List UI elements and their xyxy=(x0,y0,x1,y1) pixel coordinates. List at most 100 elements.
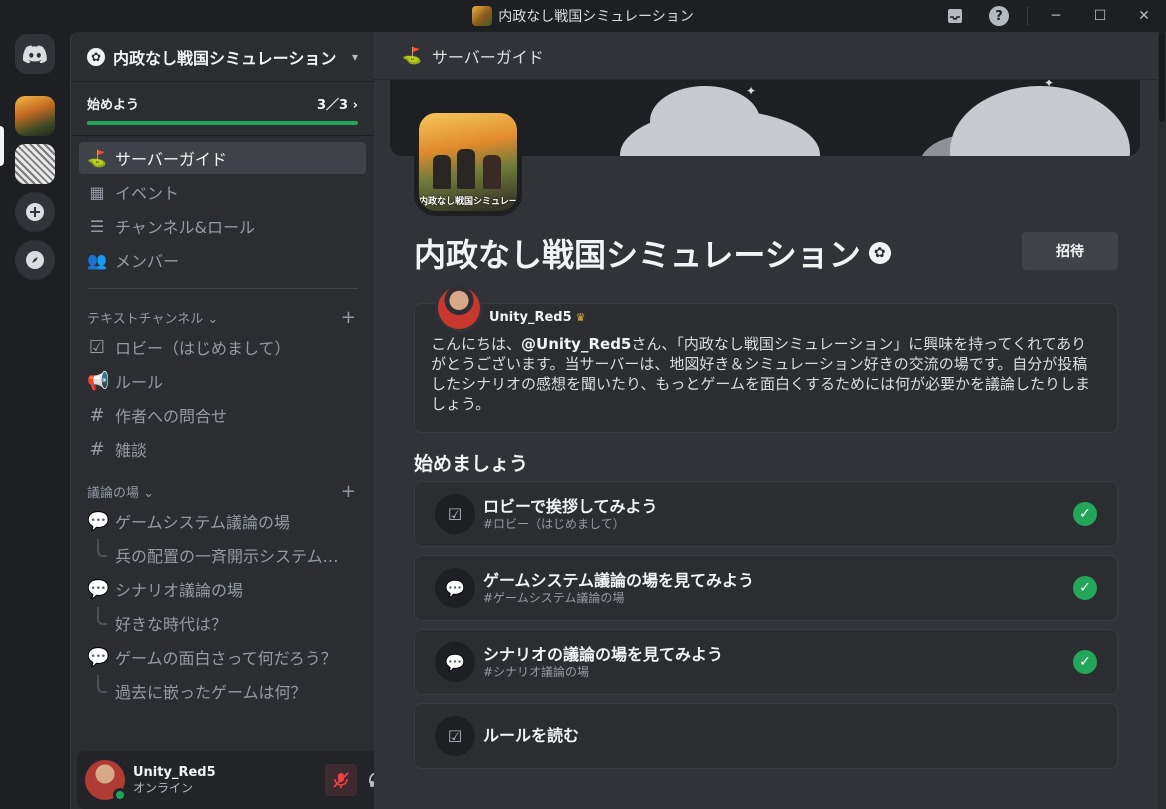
thread-spine xyxy=(97,607,107,625)
thread-item[interactable]: 兵の配置の一斉開示システムっ... xyxy=(97,539,366,571)
server-icon-sengoku[interactable] xyxy=(15,96,55,136)
community-badge-icon: ✿ xyxy=(868,242,891,264)
signpost-icon: ⛳ xyxy=(402,46,422,65)
scrollbar[interactable] xyxy=(1158,32,1166,809)
nav-events[interactable]: ▦ イベント xyxy=(79,176,366,208)
category-text-channels[interactable]: テキストチャンネル ⌄ + xyxy=(71,305,374,329)
main-header: ⛳ サーバーガイド xyxy=(374,32,1166,80)
server-icon-other[interactable] xyxy=(15,144,55,184)
rules-checkbox-icon: ☑ xyxy=(435,494,475,534)
thread-item[interactable]: 好きな時代は？ xyxy=(97,607,366,639)
window-title: 内政なし戦国シミュレーション xyxy=(472,6,694,26)
thread-item[interactable]: 過去に嵌ったゲームは何？ xyxy=(97,675,366,707)
channel-rules-label: ルール xyxy=(115,373,164,392)
explore-icon[interactable] xyxy=(15,240,55,280)
welcome-author: Unity_Red5 ♛ xyxy=(489,310,586,325)
add-server-icon[interactable] xyxy=(15,192,55,232)
thread-label: 好きな時代は？ xyxy=(115,615,228,634)
avatar[interactable] xyxy=(435,284,483,332)
maximize-icon[interactable]: ☐ xyxy=(1078,0,1122,32)
nav-members[interactable]: 👥 メンバー xyxy=(79,244,366,276)
thread-label: 過去に嵌ったゲームは何？ xyxy=(115,683,307,702)
channel-game-system[interactable]: 💬 ゲームシステム議論の場 xyxy=(79,505,366,537)
invite-button[interactable]: 招待 xyxy=(1022,232,1118,270)
nav-server-guide[interactable]: ⛳ サーバーガイド xyxy=(79,142,366,174)
forum-icon: 💬 xyxy=(87,578,110,600)
welcome-mention[interactable]: @Unity_Red5 xyxy=(521,335,631,353)
megaphone-icon: 📢 xyxy=(87,370,110,392)
task-text: ロビーで挨拶してみよう #ロビー（はじめまして） xyxy=(483,497,1065,532)
task-item[interactable]: 💬 ゲームシステム議論の場を見てみよう #ゲームシステム議論の場 ✓ xyxy=(414,555,1118,621)
nav-members-label: メンバー xyxy=(115,252,180,271)
task-item[interactable]: ☑ ロビーで挨拶してみよう #ロビー（はじめまして） ✓ xyxy=(414,481,1118,547)
thread-spine xyxy=(97,539,107,557)
task-channel: #シナリオ議論の場 xyxy=(483,664,590,679)
chevron-down-icon: ▾ xyxy=(351,49,358,64)
channel-contact[interactable]: # 作者への問合せ xyxy=(79,399,366,431)
mic-muted-icon[interactable] xyxy=(325,764,357,796)
window-controls: ? ─ ☐ ✕ xyxy=(933,0,1166,32)
art-figure xyxy=(483,155,501,189)
onboarding-progress[interactable]: 始めよう 3／3 › xyxy=(71,82,374,136)
forum-icon: 💬 xyxy=(87,510,110,532)
check-icon: ✓ xyxy=(1073,650,1097,674)
task-item[interactable]: ☑ ルールを読む xyxy=(414,703,1118,769)
active-server-pill xyxy=(0,126,4,166)
category-debate[interactable]: 議論の場 ⌄ + xyxy=(71,479,374,503)
channel-lobby-label: ロビー（はじめまして） xyxy=(115,339,291,358)
discord-home-icon[interactable] xyxy=(15,34,55,74)
channel-rules[interactable]: 📢 ルール xyxy=(79,365,366,397)
nav-events-label: イベント xyxy=(115,184,180,203)
close-icon[interactable]: ✕ xyxy=(1122,0,1166,32)
channel-fun[interactable]: 💬 ゲームの面白さって何だろう？ xyxy=(79,641,366,673)
title-divider xyxy=(1027,7,1028,25)
channel-chat[interactable]: # 雑談 xyxy=(79,433,366,465)
channel-scenario-label: シナリオ議論の場 xyxy=(115,581,244,600)
task-title: ルールを読む xyxy=(483,726,580,745)
help-icon[interactable]: ? xyxy=(977,0,1021,32)
user-info[interactable]: Unity_Red5 オンライン xyxy=(133,765,216,795)
task-text: ゲームシステム議論の場を見てみよう #ゲームシステム議論の場 xyxy=(483,571,1065,606)
nav-channels-roles-label: チャンネル&ロール xyxy=(115,218,255,237)
calendar-icon: ▦ xyxy=(89,182,105,202)
add-channel-icon[interactable]: + xyxy=(341,307,356,328)
user-name: Unity_Red5 xyxy=(133,765,216,780)
crown-icon: ♛ xyxy=(575,311,586,324)
channel-lobby[interactable]: ☑ ロビー（はじめまして） xyxy=(79,331,366,363)
window-title-text: 内政なし戦国シミュレーション xyxy=(498,9,694,25)
art-figure xyxy=(457,149,475,189)
task-title: ゲームシステム議論の場を見てみよう xyxy=(483,570,755,590)
avatar[interactable] xyxy=(85,760,127,802)
server-rail xyxy=(0,32,70,809)
check-icon: ✓ xyxy=(1073,576,1097,600)
category-debate-label: 議論の場 xyxy=(87,485,140,501)
welcome-author-name: Unity_Red5 xyxy=(489,310,572,325)
category-debate-wrap: 議論の場 ⌄ xyxy=(87,485,155,501)
inbox-icon[interactable] xyxy=(933,0,977,32)
main-header-title: サーバーガイド xyxy=(431,47,544,67)
hash-icon: # xyxy=(89,404,105,426)
onboarding-progress-fill xyxy=(87,121,358,125)
channel-sidebar: ✿ 内政なし戦国シミュレーション ▾ 始めよう 3／3 › ⛳ サーバーガイド … xyxy=(70,32,437,809)
task-channel: #ロビー（はじめまして） xyxy=(483,516,625,531)
sparkle-icon: ✦ xyxy=(746,84,757,98)
add-channel-icon[interactable]: + xyxy=(341,481,356,502)
channel-scenario[interactable]: 💬 シナリオ議論の場 xyxy=(79,573,366,605)
category-text-wrap: テキストチャンネル ⌄ xyxy=(87,311,219,327)
task-item[interactable]: 💬 シナリオの議論の場を見てみよう #シナリオ議論の場 ✓ xyxy=(414,629,1118,695)
task-channel: #ゲームシステム議論の場 xyxy=(483,590,625,605)
scrollbar-thumb[interactable] xyxy=(1159,32,1165,122)
task-list: ☑ ロビーで挨拶してみよう #ロビー（はじめまして） ✓ 💬 ゲームシステム議論… xyxy=(414,481,1118,777)
nav-channels-roles[interactable]: ☰ チャンネル&ロール xyxy=(79,210,366,242)
category-text-label: テキストチャンネル xyxy=(87,311,204,327)
task-title: シナリオの議論の場を見てみよう xyxy=(483,644,724,664)
onboarding-label: 始めよう xyxy=(87,98,140,113)
channel-fun-label: ゲームの面白さって何だろう？ xyxy=(115,649,337,668)
thread-spine xyxy=(97,675,107,693)
server-nav: ⛳ サーバーガイド ▦ イベント ☰ チャンネル&ロール 👥 メンバー xyxy=(71,136,374,276)
sparkle-icon: ✦ xyxy=(1044,80,1055,90)
minimize-icon[interactable]: ─ xyxy=(1034,0,1078,32)
check-icon: ✓ xyxy=(1073,502,1097,526)
guild-header[interactable]: ✿ 内政なし戦国シミュレーション ▾ xyxy=(71,32,374,82)
nav-server-guide-label: サーバーガイド xyxy=(115,150,227,169)
